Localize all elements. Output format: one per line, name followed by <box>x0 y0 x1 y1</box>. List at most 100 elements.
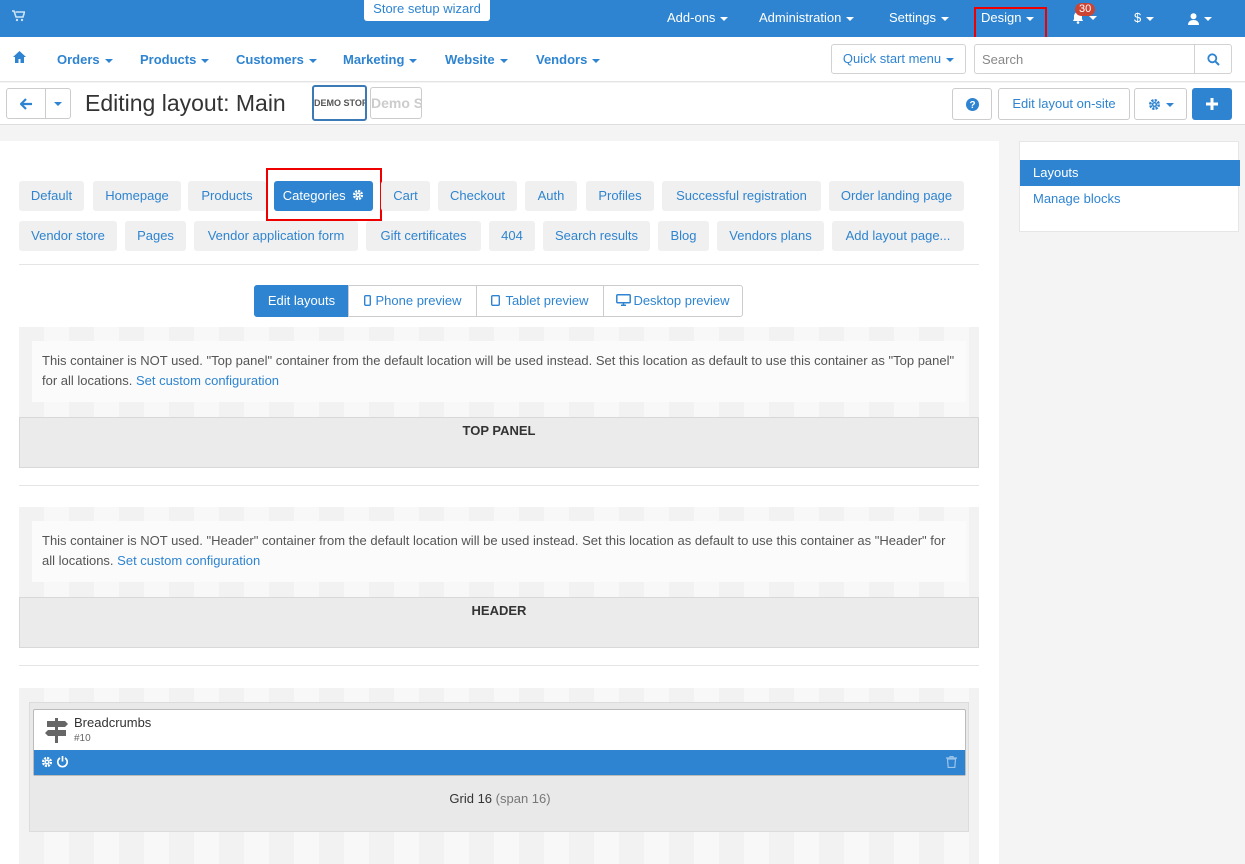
caret-down-icon <box>54 101 62 106</box>
nav-customers-label: Customers <box>236 52 304 67</box>
desktop-preview-label: Desktop preview <box>633 293 730 308</box>
tab-gift-certificates[interactable]: Gift certificates <box>366 221 481 251</box>
gear-icon[interactable] <box>41 756 53 768</box>
tab-vendors-plans[interactable]: Vendors plans <box>717 221 824 251</box>
caret-down-icon <box>1165 102 1174 107</box>
svg-text:?: ? <box>969 100 975 111</box>
design-highlight-box <box>974 7 1047 39</box>
caret-down-icon <box>1146 16 1155 21</box>
question-circle-icon: ? <box>966 98 979 111</box>
trash-icon[interactable] <box>946 756 957 768</box>
signpost-icon <box>44 718 69 743</box>
tab-cart[interactable]: Cart <box>381 181 430 211</box>
tab-pages[interactable]: Pages <box>125 221 186 251</box>
nav-vendors[interactable]: Vendors <box>536 52 601 67</box>
nav-marketing[interactable]: Marketing <box>343 52 418 67</box>
gear-icon <box>1148 98 1161 111</box>
title-bar: Editing layout: Main DEMO STORE Demo Sto… <box>0 83 1245 125</box>
menu-administration-label: Administration <box>759 10 842 25</box>
user-menu[interactable] <box>1188 10 1212 25</box>
caret-down-icon <box>409 58 418 63</box>
user-icon <box>1188 12 1199 25</box>
tab-vendor-application-form[interactable]: Vendor application form <box>194 221 358 251</box>
sidebar: Layouts Manage blocks <box>1019 141 1240 232</box>
container-notice: This container is NOT used. "Header" con… <box>32 521 966 582</box>
divider <box>19 485 979 486</box>
breadcrumbs-block[interactable]: Breadcrumbs #10 <box>33 709 966 776</box>
tablet-preview-label: Tablet preview <box>505 293 589 308</box>
tab-homepage[interactable]: Homepage <box>93 181 181 211</box>
phone-preview-label: Phone preview <box>375 293 462 308</box>
tab-successful-registration[interactable]: Successful registration <box>662 181 821 211</box>
divider <box>19 264 979 265</box>
help-button[interactable]: ? <box>952 88 992 120</box>
tab-blog[interactable]: Blog <box>658 221 709 251</box>
caret-down-icon <box>592 58 601 63</box>
nav-website[interactable]: Website <box>445 52 508 67</box>
tab-default[interactable]: Default <box>19 181 84 211</box>
tab-add-layout-page[interactable]: Add layout page... <box>832 221 964 251</box>
main-nav: Orders Products Customers Marketing Webs… <box>0 37 1245 82</box>
grid-16[interactable]: Breadcrumbs #10 Grid 16 (span 16) <box>29 702 969 832</box>
set-custom-configuration-link[interactable]: Set custom configuration <box>117 553 260 568</box>
mobile-icon <box>363 295 371 306</box>
edit-layouts-button[interactable]: Edit layouts <box>254 285 349 317</box>
nav-orders[interactable]: Orders <box>57 52 113 67</box>
tab-products[interactable]: Products <box>188 181 266 211</box>
settings-dropdown-button[interactable] <box>1134 88 1187 120</box>
desktop-icon <box>616 294 632 306</box>
power-icon[interactable] <box>56 755 69 768</box>
menu-addons[interactable]: Add-ons <box>667 10 729 25</box>
quick-start-label: Quick start menu <box>842 51 942 66</box>
search-button[interactable] <box>1194 44 1232 74</box>
phone-preview-button[interactable]: Phone preview <box>348 285 477 317</box>
sidebar-item-layouts[interactable]: Layouts <box>1020 160 1240 186</box>
categories-highlight-box <box>266 168 382 221</box>
search-input[interactable] <box>974 44 1195 74</box>
tab-404[interactable]: 404 <box>489 221 535 251</box>
store-logo[interactable]: Demo Store <box>370 87 422 119</box>
caret-down-icon <box>499 58 508 63</box>
store-setup-wizard-button[interactable]: Store setup wizard <box>364 0 490 21</box>
sidebar-item-manage-blocks[interactable]: Manage blocks <box>1020 186 1240 212</box>
tab-search-results[interactable]: Search results <box>543 221 650 251</box>
caret-down-icon <box>720 16 729 21</box>
nav-marketing-label: Marketing <box>343 52 405 67</box>
tab-profiles[interactable]: Profiles <box>586 181 654 211</box>
store-logo-selected[interactable]: DEMO STORE <box>312 85 367 121</box>
block-title: Breadcrumbs <box>74 715 152 730</box>
container-notice: This container is NOT used. "Top panel" … <box>32 341 966 402</box>
home-icon[interactable] <box>13 51 26 63</box>
back-dropdown-button[interactable] <box>45 88 71 119</box>
tablet-icon <box>491 295 501 306</box>
tab-vendor-store[interactable]: Vendor store <box>19 221 117 251</box>
add-button[interactable] <box>1192 88 1232 120</box>
page-title: Editing layout: Main <box>85 90 286 116</box>
top-panel-container: This container is NOT used. "Top panel" … <box>19 327 979 468</box>
nav-products[interactable]: Products <box>140 52 210 67</box>
nav-customers[interactable]: Customers <box>236 52 317 67</box>
caret-down-icon <box>1204 16 1212 21</box>
search-icon <box>1207 53 1220 66</box>
header-label: HEADER <box>19 597 979 648</box>
plus-icon <box>1205 97 1219 111</box>
currency-label: $ <box>1134 10 1142 25</box>
set-custom-configuration-link[interactable]: Set custom configuration <box>136 373 279 388</box>
tab-auth[interactable]: Auth <box>525 181 577 211</box>
nav-website-label: Website <box>445 52 495 67</box>
desktop-preview-button[interactable]: Desktop preview <box>603 285 743 317</box>
menu-settings[interactable]: Settings <box>889 10 949 25</box>
grid-span: (span 16) <box>495 791 551 806</box>
top-bar: Store setup wizard Add-ons Administratio… <box>0 0 1245 39</box>
grid-label: Grid 16 (span 16) <box>30 791 970 806</box>
tab-checkout[interactable]: Checkout <box>438 181 517 211</box>
quick-start-menu-button[interactable]: Quick start menu <box>831 44 966 74</box>
currency-menu[interactable]: $ <box>1134 10 1155 25</box>
cart-icon[interactable] <box>12 10 25 22</box>
edit-layout-on-site-button[interactable]: Edit layout on-site <box>998 88 1130 120</box>
top-panel-label: TOP PANEL <box>19 417 979 468</box>
back-button[interactable] <box>6 88 46 119</box>
tab-order-landing-page[interactable]: Order landing page <box>829 181 964 211</box>
menu-administration[interactable]: Administration <box>759 10 855 25</box>
tablet-preview-button[interactable]: Tablet preview <box>476 285 604 317</box>
